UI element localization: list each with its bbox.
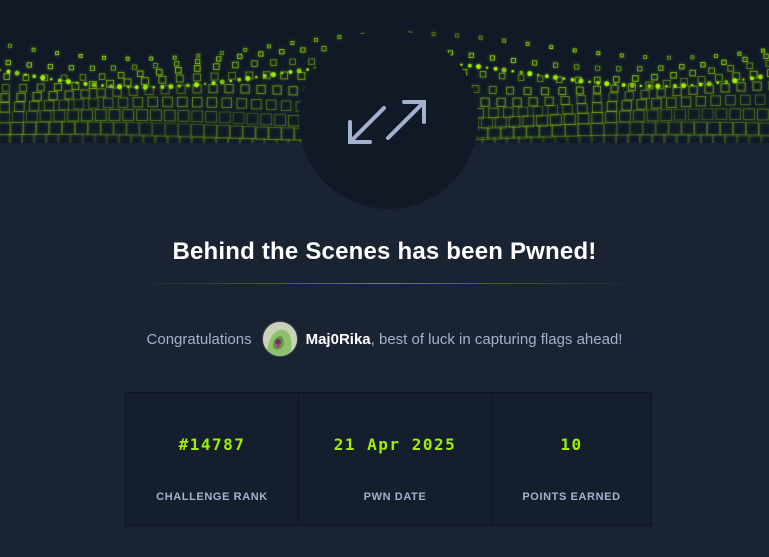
congrats-message: Congratulations Maj0Rika , best of luck … (0, 320, 769, 358)
points-earned-value: 10 (560, 435, 583, 454)
challenge-badge (299, 30, 478, 209)
user-avatar[interactable] (261, 321, 298, 357)
pwned-page: Behind the Scenes has been Pwned! Congra… (0, 0, 769, 557)
avatar-image (262, 322, 297, 356)
stat-pwn-date: 21 Apr 2025 PWN DATE (299, 393, 492, 525)
page-title: Behind the Scenes has been Pwned! (172, 238, 597, 265)
title-divider (131, 283, 639, 284)
challenge-rank-label: CHALLENGE RANK (156, 491, 268, 503)
stat-points-earned: 10 POINTS EARNED (492, 393, 651, 525)
expand-arrows-icon (347, 99, 426, 144)
username-link[interactable]: Maj0Rika (306, 331, 371, 348)
points-earned-label: POINTS EARNED (522, 491, 621, 503)
congrats-suffix: , best of luck in capturing flags ahead! (370, 330, 623, 348)
challenge-rank-value: #14787 (178, 435, 246, 454)
stats-panel: #14787 CHALLENGE RANK 21 Apr 2025 PWN DA… (125, 392, 652, 526)
stat-challenge-rank: #14787 CHALLENGE RANK (126, 393, 299, 525)
pwn-date-label: PWN DATE (363, 491, 427, 503)
congrats-prefix: Congratulations (146, 330, 252, 348)
pwn-date-value: 21 Apr 2025 (333, 435, 457, 454)
